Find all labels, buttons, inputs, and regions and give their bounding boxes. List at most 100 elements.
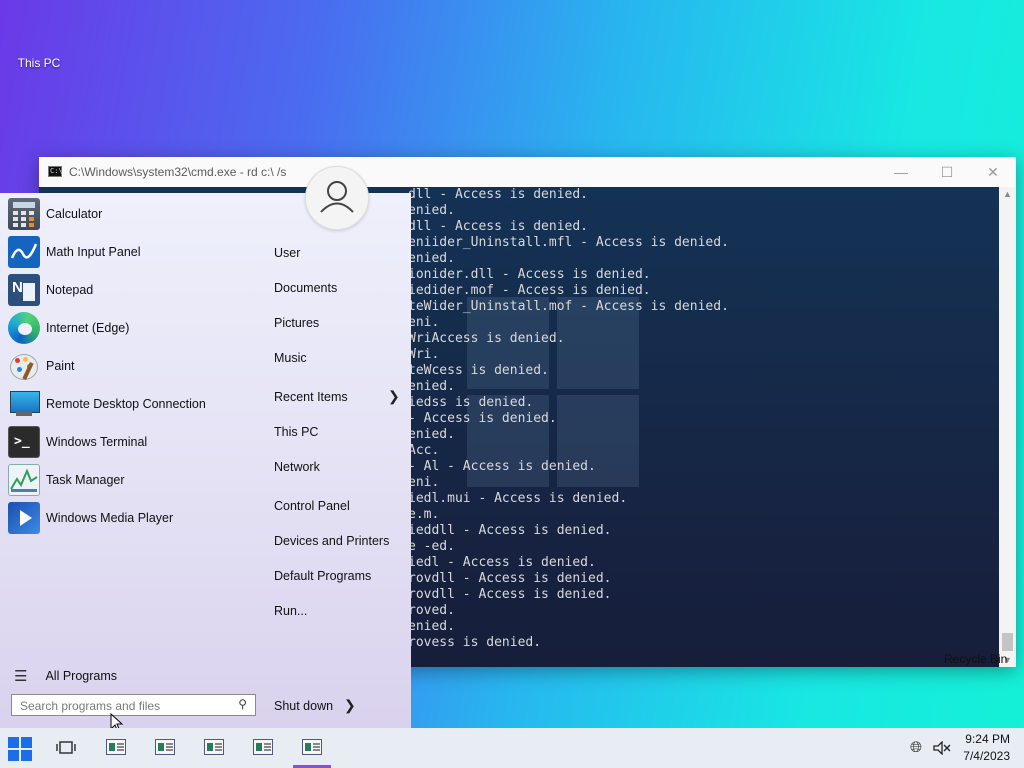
minimize-button[interactable]: — bbox=[878, 157, 924, 187]
cmd-output-line: WriAccess is denied. bbox=[408, 331, 565, 346]
cmd-titlebar[interactable]: C:\Windows\system32\cmd.exe - rd c:\ /s … bbox=[39, 157, 1016, 187]
cmd-output-line: eni. bbox=[408, 475, 440, 490]
cmd-output-line: iedl - Access is denied. bbox=[408, 555, 596, 570]
cmd-output-line: ieddll - Access is denied. bbox=[408, 523, 612, 538]
user-avatar[interactable] bbox=[305, 166, 369, 230]
paint-icon bbox=[8, 350, 40, 382]
cmd-output-line: dll - Access is denied. bbox=[408, 187, 589, 202]
all-programs-label: All Programs bbox=[45, 669, 117, 683]
taskbar-app-4[interactable] bbox=[253, 739, 273, 755]
windows-start-icon bbox=[8, 737, 32, 761]
chevron-right-icon[interactable]: ❯ bbox=[344, 697, 356, 714]
scroll-thumb[interactable] bbox=[1002, 633, 1013, 651]
start-link-this-pc[interactable]: This PC bbox=[274, 425, 318, 439]
cmd-output-line: iedider.mof - Access is denied. bbox=[408, 283, 651, 298]
program-label: Paint bbox=[46, 359, 75, 373]
maximize-button[interactable]: ☐ bbox=[924, 157, 970, 187]
search-input[interactable] bbox=[18, 698, 232, 714]
task-view-button[interactable] bbox=[44, 728, 88, 768]
all-programs-button[interactable]: ☰ All Programs bbox=[14, 667, 117, 685]
start-link-default-programs[interactable]: Default Programs bbox=[274, 569, 371, 583]
program-label: Remote Desktop Connection bbox=[46, 397, 206, 411]
cmd-output-line: enied. bbox=[408, 427, 455, 442]
start-link-documents[interactable]: Documents bbox=[274, 281, 337, 295]
cmd-output-line: enied. bbox=[408, 251, 455, 266]
cmd-output-line: rovess is denied. bbox=[408, 635, 542, 650]
start-link-devices-printers[interactable]: Devices and Printers bbox=[274, 534, 389, 548]
program-math-input-panel[interactable]: Math Input Panel bbox=[8, 233, 258, 271]
program-label: Internet (Edge) bbox=[46, 321, 130, 335]
chevron-right-icon[interactable]: ❯ bbox=[388, 388, 400, 405]
start-link-recent-items[interactable]: Recent Items bbox=[274, 390, 348, 404]
math-input-icon bbox=[8, 236, 40, 268]
cmd-output-line: Acc. bbox=[408, 443, 440, 458]
cmd-output-line: ionider.dll - Access is denied. bbox=[408, 267, 651, 282]
program-label: Windows Terminal bbox=[46, 435, 148, 449]
taskbar bbox=[0, 728, 1024, 768]
cmd-output-line: e.m. bbox=[408, 507, 440, 522]
volume-muted-icon[interactable] bbox=[933, 741, 951, 755]
shutdown-button[interactable]: Shut down bbox=[274, 699, 333, 713]
cmd-output-line: Wri. bbox=[408, 347, 440, 362]
taskbar-app-2[interactable] bbox=[155, 739, 175, 755]
list-icon: ☰ bbox=[14, 668, 28, 685]
cmd-output-line: roved. bbox=[408, 603, 455, 618]
cmd-output-line: rovdll - Access is denied. bbox=[408, 587, 612, 602]
desktop-icon-recycle-bin[interactable]: Recycle Bin bbox=[944, 652, 1007, 666]
program-label: Task Manager bbox=[46, 473, 125, 487]
start-link-control-panel[interactable]: Control Panel bbox=[274, 499, 350, 513]
start-link-run[interactable]: Run... bbox=[274, 604, 307, 618]
scroll-up-icon[interactable]: ▲ bbox=[999, 189, 1016, 199]
program-media-player[interactable]: Windows Media Player bbox=[8, 499, 258, 537]
start-link-music[interactable]: Music bbox=[274, 351, 307, 365]
desktop-icon-label: This PC bbox=[17, 56, 61, 70]
cmd-output-line: enied. bbox=[408, 619, 455, 634]
cmd-output-line: teWider_Uninstall.mof - Access is denied… bbox=[408, 299, 729, 314]
calculator-icon bbox=[8, 198, 40, 230]
cmd-output-line: iedss is denied. bbox=[408, 395, 534, 410]
program-paint[interactable]: Paint bbox=[8, 347, 258, 385]
program-label: Windows Media Player bbox=[46, 511, 174, 525]
search-box[interactable]: ⚲ bbox=[11, 694, 256, 716]
start-link-user[interactable]: User bbox=[274, 246, 300, 260]
program-label: Calculator bbox=[46, 207, 103, 221]
program-remote-desktop[interactable]: Remote Desktop Connection bbox=[8, 385, 258, 423]
cmd-output-line: teWcess is denied. bbox=[408, 363, 549, 378]
taskbar-app-3[interactable] bbox=[204, 739, 224, 755]
recycle-bin-label: Recycle Bin bbox=[944, 652, 1008, 666]
cmd-output-line: e -ed. bbox=[408, 539, 455, 554]
edge-icon bbox=[8, 312, 40, 344]
taskbar-app-5-active[interactable] bbox=[302, 739, 322, 755]
cmd-output-line: eniider_Uninstall.mfl - Access is denied… bbox=[408, 235, 729, 250]
cmd-output-line: - Al - Access is denied. bbox=[408, 459, 596, 474]
taskbar-app-1[interactable] bbox=[106, 739, 126, 755]
program-calculator[interactable]: Calculator bbox=[8, 195, 258, 233]
cmd-output-line: eni. bbox=[408, 315, 440, 330]
program-label: Math Input Panel bbox=[46, 245, 141, 259]
cmd-title: C:\Windows\system32\cmd.exe - rd c:\ /s bbox=[69, 165, 287, 179]
media-player-icon bbox=[8, 502, 40, 534]
start-link-network[interactable]: Network bbox=[274, 460, 320, 474]
system-clock[interactable]: 9:24 PM 7/4/2023 bbox=[963, 731, 1010, 765]
cmd-scrollbar[interactable]: ▲ ▼ bbox=[999, 187, 1016, 667]
program-label: Notepad bbox=[46, 283, 94, 297]
clock-time: 9:24 PM bbox=[965, 732, 1010, 746]
program-windows-terminal[interactable]: >_ Windows Terminal bbox=[8, 423, 258, 461]
close-button[interactable]: ✕ bbox=[970, 157, 1016, 187]
desktop-icon-this-pc[interactable]: This PC bbox=[6, 56, 72, 70]
program-notepad[interactable]: N Notepad bbox=[8, 271, 258, 309]
start-button[interactable] bbox=[0, 728, 44, 768]
cmd-output-line: dll - Access is denied. bbox=[408, 219, 589, 234]
cmd-output-line: enied. bbox=[408, 379, 455, 394]
start-link-pictures[interactable]: Pictures bbox=[274, 316, 319, 330]
cmd-output-line: rovdll - Access is denied. bbox=[408, 571, 612, 586]
cmd-output-line: iedl.mui - Access is denied. bbox=[408, 491, 628, 506]
cmd-output-line: enied. bbox=[408, 203, 455, 218]
program-internet-edge[interactable]: Internet (Edge) bbox=[8, 309, 258, 347]
task-manager-icon bbox=[8, 464, 40, 496]
network-globe-icon[interactable]: 🌐︎ bbox=[910, 739, 922, 756]
search-icon[interactable]: ⚲ bbox=[238, 697, 247, 711]
cmd-output-line: - Access is denied. bbox=[408, 411, 557, 426]
program-task-manager[interactable]: Task Manager bbox=[8, 461, 258, 499]
remote-desktop-icon bbox=[8, 388, 40, 420]
